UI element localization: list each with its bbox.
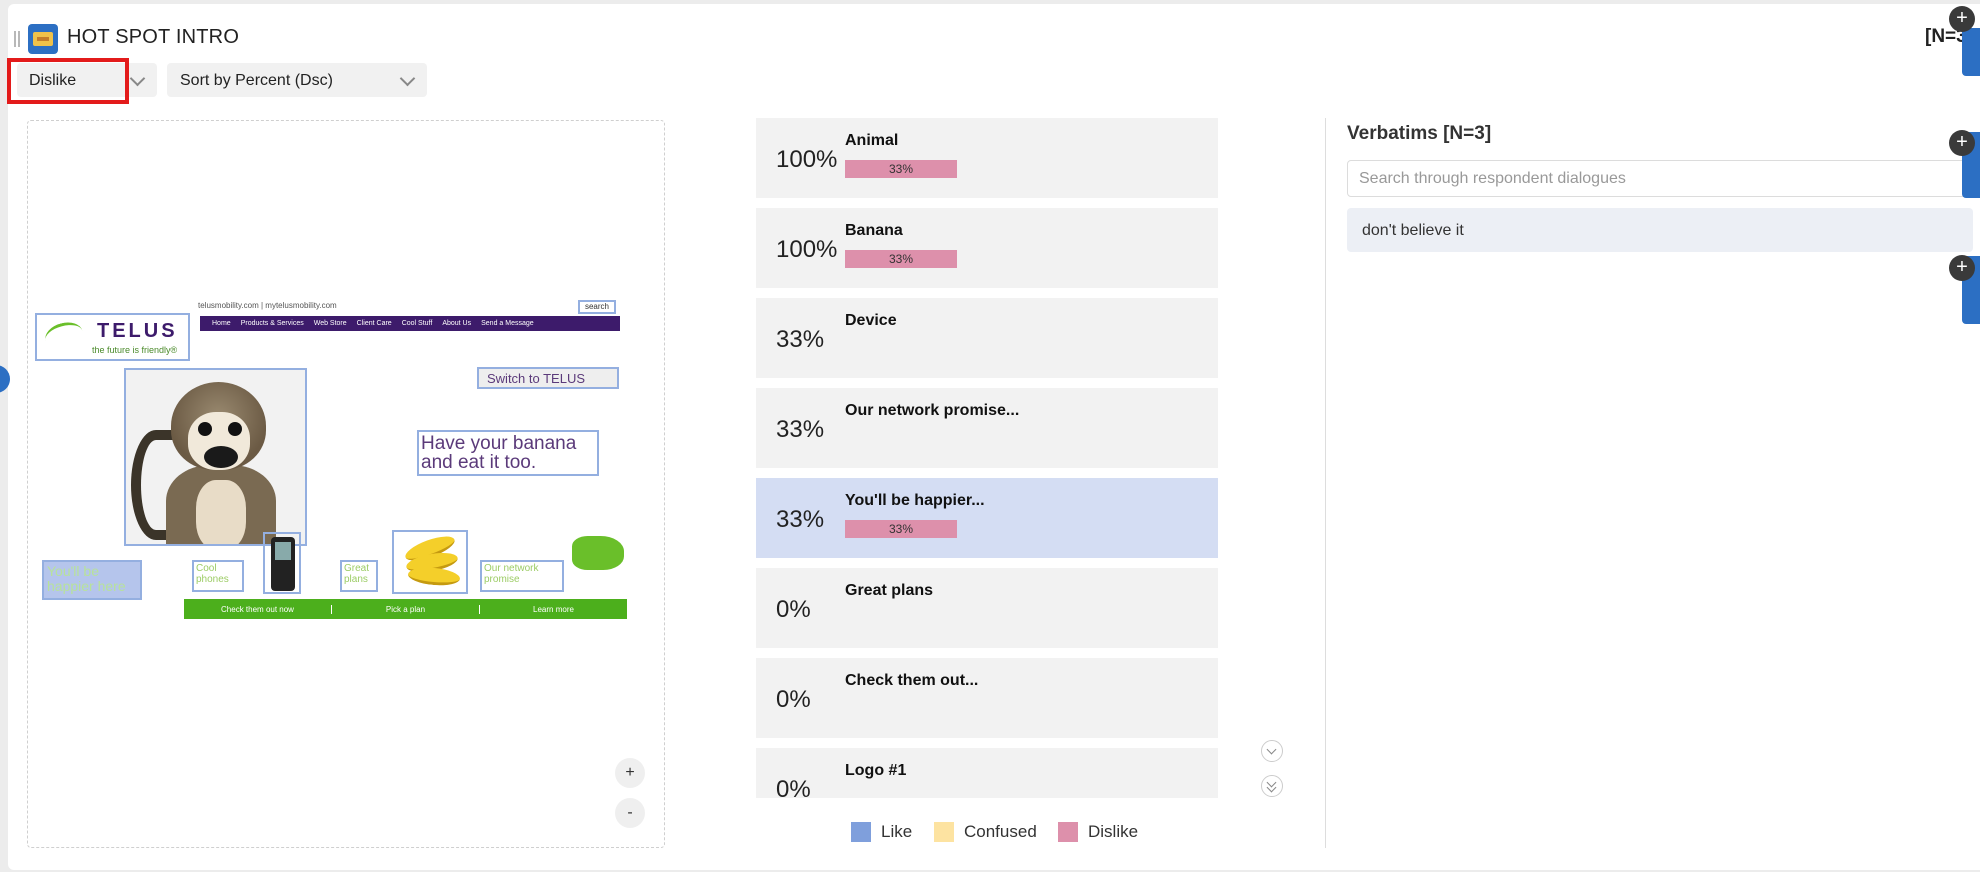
stim-nav: Home Products & Services Web Store Clien… bbox=[200, 316, 620, 331]
hotspot-device[interactable] bbox=[263, 532, 301, 594]
stim-nav-item: Home bbox=[212, 320, 231, 327]
category-percent: 33% bbox=[776, 506, 825, 533]
monkey-eye bbox=[198, 422, 212, 436]
category-name: Check them out... bbox=[845, 672, 979, 689]
hotspot-search[interactable]: search bbox=[578, 300, 616, 314]
chevron-down-icon bbox=[399, 70, 416, 87]
hotspot-headline[interactable]: Have your banana and eat it too. bbox=[417, 430, 599, 476]
legend-confused-label: Confused bbox=[964, 822, 1037, 841]
stim-nav-item: Send a Message bbox=[481, 320, 534, 327]
telus-tagline: the future is friendly® bbox=[92, 345, 178, 355]
category-percent: 33% bbox=[776, 326, 825, 353]
stimulus-image: telusmobility.com | mytelusmobility.com … bbox=[30, 298, 630, 623]
stim-nav-item: Cool Stuff bbox=[401, 320, 433, 327]
category-row[interactable]: 0% Great plans bbox=[756, 568, 1218, 648]
telus-logo: TELUS bbox=[97, 320, 178, 342]
stim-cta-bar: Check them out now Pick a plan Learn mor… bbox=[184, 599, 627, 619]
category-percent: 0% bbox=[776, 686, 811, 713]
category-name: You'll be happier... bbox=[845, 492, 985, 509]
category-name: Logo #1 bbox=[845, 762, 907, 779]
hotspot-happier[interactable]: You'll be happier here bbox=[42, 560, 142, 600]
phone-screen bbox=[275, 542, 291, 560]
expand-plus-icon[interactable]: + bbox=[1949, 6, 1975, 32]
drag-handle-icon[interactable] bbox=[14, 31, 20, 47]
hotspot-logo[interactable]: TELUS the future is friendly® bbox=[35, 313, 190, 361]
sort-dropdown-value: Sort by Percent (Dsc) bbox=[180, 72, 333, 89]
legend-dislike-label: Dislike bbox=[1088, 822, 1139, 841]
double-chevron-down-icon bbox=[1266, 782, 1277, 793]
category-list[interactable]: 100% Animal 33% 100% Banana 33% 33% Device 33% Ou… bbox=[756, 118, 1220, 798]
category-percent: 100% bbox=[776, 236, 838, 263]
category-row[interactable]: 0% Logo #1 bbox=[756, 748, 1218, 798]
sort-dropdown[interactable]: Sort by Percent (Dsc) bbox=[167, 63, 427, 97]
dislike-bar: 33% bbox=[845, 160, 957, 178]
stim-nav-item: Web Store bbox=[313, 320, 347, 327]
category-row[interactable]: 0% Check them out... bbox=[756, 658, 1218, 738]
category-percent: 33% bbox=[776, 416, 825, 443]
category-name: Device bbox=[845, 312, 897, 329]
dislike-bar: 33% bbox=[845, 520, 957, 538]
expand-plus-icon[interactable]: + bbox=[1949, 130, 1975, 156]
reaction-dropdown[interactable]: Dislike bbox=[17, 63, 157, 97]
monkey-mouth bbox=[204, 446, 238, 468]
verbatim-item: don't believe it bbox=[1347, 208, 1973, 252]
side-tab[interactable] bbox=[1962, 28, 1980, 76]
category-row[interactable]: 100% Banana 33% bbox=[756, 208, 1218, 288]
dislike-bar: 33% bbox=[845, 250, 957, 268]
hotspot-app-icon bbox=[28, 24, 58, 54]
telus-swoosh-icon bbox=[42, 318, 86, 353]
category-percent: 0% bbox=[776, 596, 811, 623]
reaction-dropdown-value: Dislike bbox=[29, 72, 77, 89]
category-row[interactable]: 33% You'll be happier... 33% bbox=[756, 478, 1218, 558]
category-row[interactable]: 33% Our network promise... bbox=[756, 388, 1218, 468]
hotspot-check-them-out[interactable]: Check them out now bbox=[184, 604, 332, 614]
hotspot-network-promise[interactable]: Our network promise bbox=[480, 560, 564, 592]
legend-like: Like bbox=[851, 822, 912, 842]
monkey-eye bbox=[228, 422, 242, 436]
hotspot-banana[interactable] bbox=[392, 530, 468, 594]
category-row[interactable]: 100% Animal 33% bbox=[756, 118, 1218, 198]
category-name: Our network promise... bbox=[845, 402, 1020, 419]
stim-url-bar: telusmobility.com | mytelusmobility.com bbox=[192, 300, 388, 314]
legend-confused: Confused bbox=[934, 822, 1037, 842]
verbatims-title: Verbatims [N=3] bbox=[1347, 123, 1492, 144]
legend-confused-swatch bbox=[934, 822, 954, 842]
stim-nav-item: About Us bbox=[442, 320, 472, 327]
banana-icon bbox=[407, 565, 461, 588]
stim-nav-item: Client Care bbox=[356, 320, 392, 327]
category-percent: 100% bbox=[776, 146, 838, 173]
canada-map-icon bbox=[572, 536, 624, 570]
legend-like-label: Like bbox=[881, 822, 913, 841]
legend-like-swatch bbox=[851, 822, 871, 842]
category-name: Banana bbox=[845, 222, 903, 239]
category-row[interactable]: 33% Device bbox=[756, 298, 1218, 378]
legend-dislike: Dislike bbox=[1058, 822, 1138, 842]
hotspot-great-plans[interactable]: Great plans bbox=[340, 560, 378, 592]
stim-nav-item: Products & Services bbox=[240, 320, 304, 327]
zoom-in-button[interactable]: + bbox=[615, 758, 645, 788]
hotspot-animal[interactable] bbox=[124, 368, 307, 546]
scroll-to-end-button[interactable] bbox=[1261, 775, 1283, 797]
expand-plus-icon[interactable]: + bbox=[1949, 255, 1975, 281]
stim-cta-pick-plan[interactable]: Pick a plan bbox=[332, 604, 480, 614]
category-name: Animal bbox=[845, 132, 899, 149]
category-name: Great plans bbox=[845, 582, 934, 599]
category-percent: 0% bbox=[776, 776, 811, 798]
scroll-down-button[interactable] bbox=[1261, 740, 1283, 762]
panel-divider bbox=[1325, 118, 1326, 848]
monkey-chest bbox=[196, 480, 246, 544]
chevron-down-icon bbox=[1266, 744, 1277, 755]
zoom-out-button[interactable]: - bbox=[615, 798, 645, 828]
stim-cta-learn-more[interactable]: Learn more bbox=[480, 605, 627, 614]
page-title: HOT SPOT INTRO bbox=[67, 26, 240, 48]
hotspot-cool-phones[interactable]: Cool phones bbox=[192, 560, 244, 592]
hotspot-switch[interactable]: Switch to TELUS bbox=[477, 367, 619, 389]
verbatims-search-input[interactable] bbox=[1347, 160, 1969, 197]
legend-dislike-swatch bbox=[1058, 822, 1078, 842]
chevron-down-icon bbox=[129, 70, 146, 87]
